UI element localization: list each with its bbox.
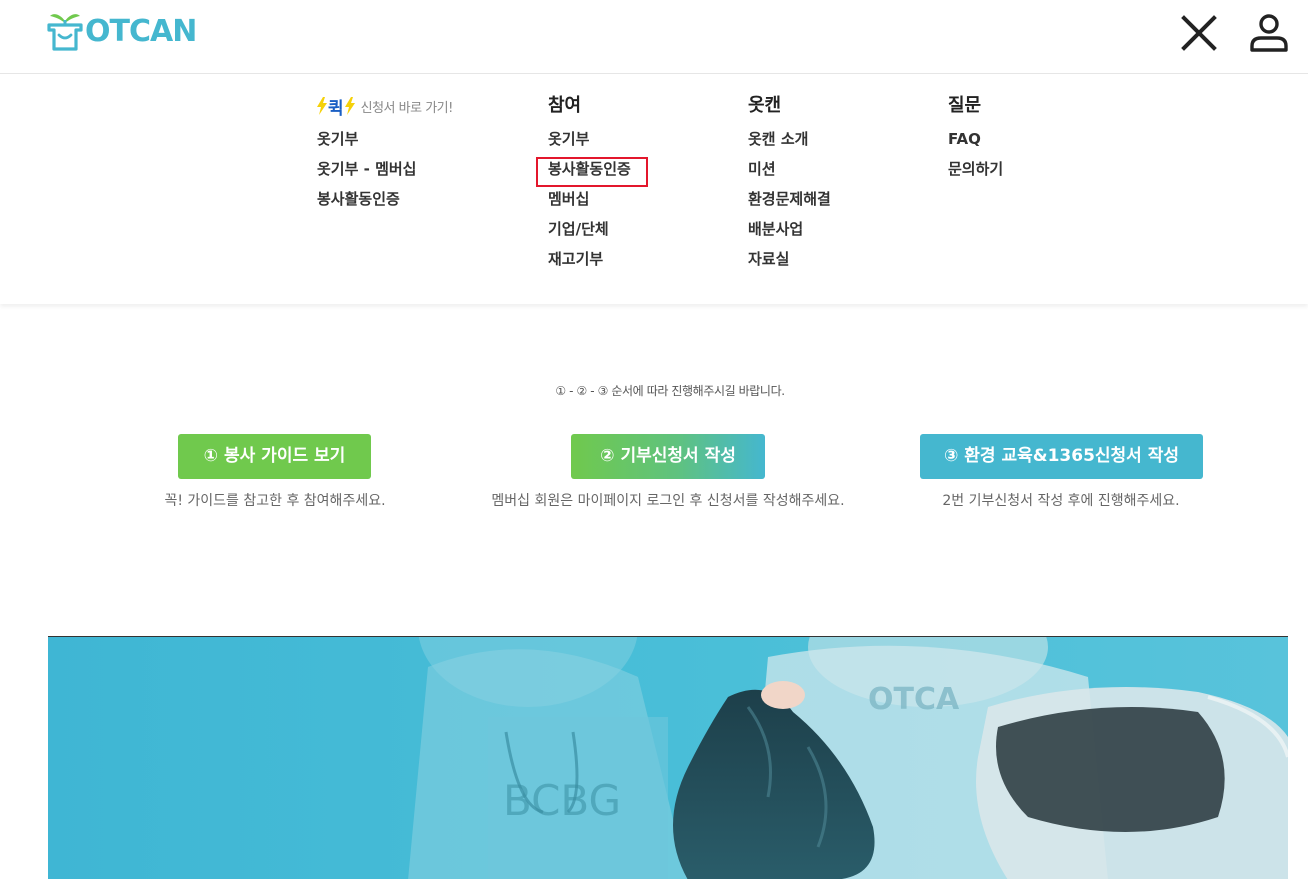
menu-item-mission[interactable]: 미션 bbox=[748, 159, 831, 189]
menu-item-environment[interactable]: 환경문제해결 bbox=[748, 189, 831, 219]
menu-item-company-group[interactable]: 기업/단체 bbox=[548, 219, 631, 249]
menu-item-contact[interactable]: 문의하기 bbox=[948, 159, 1003, 189]
menu-heading-otcan: 옷캔 bbox=[748, 95, 782, 116]
mega-menu: 퀵 신청서 바로 가기! 옷기부 옷기부 - 멤버십 봉사활동인증 참여 옷기부… bbox=[0, 74, 1308, 304]
menu-item-membership[interactable]: 멤버십 bbox=[548, 189, 631, 219]
hero-banner-image: BCBG OTCA bbox=[48, 636, 1288, 879]
shirt-print: OTCA bbox=[868, 682, 960, 717]
quick-apply-heading: 퀵 신청서 바로 가기! bbox=[317, 94, 454, 119]
donation-form-desc: 멤버십 회원은 마이페이지 로그인 후 신청서를 작성해주세요. bbox=[491, 493, 845, 509]
menu-item-stock-donation[interactable]: 재고기부 bbox=[548, 249, 631, 279]
menu-column-otcan: 옷캔 옷캔 소개 미션 환경문제해결 배분사업 자료실 bbox=[748, 94, 831, 279]
menu-column-participate: 참여 옷기부 봉사활동인증 멤버십 기업/단체 재고기부 bbox=[548, 94, 631, 279]
logo-text: OTCAN bbox=[85, 13, 197, 49]
menu-item-faq[interactable]: FAQ bbox=[948, 129, 1003, 159]
menu-heading-questions: 질문 bbox=[948, 95, 982, 116]
menu-item-about[interactable]: 옷캔 소개 bbox=[748, 129, 831, 159]
close-icon bbox=[1181, 15, 1217, 51]
logo[interactable]: OTCAN bbox=[47, 10, 197, 52]
menu-column-quick: 퀵 신청서 바로 가기! 옷기부 옷기부 - 멤버십 봉사활동인증 bbox=[317, 94, 453, 219]
user-account-button[interactable] bbox=[1248, 12, 1290, 54]
menu-item-volunteer-certification[interactable]: 봉사활동인증 bbox=[317, 189, 453, 219]
volunteer-guide-button[interactable]: ① 봉사 가이드 보기 bbox=[178, 434, 371, 479]
quick-label: 퀵 bbox=[328, 98, 344, 119]
menu-heading-participate: 참여 bbox=[548, 95, 582, 116]
menu-item-resources[interactable]: 자료실 bbox=[748, 249, 831, 279]
bag-print: BCBG bbox=[503, 776, 621, 825]
menu-item-volunteer-certification[interactable]: 봉사활동인증 bbox=[548, 159, 631, 189]
menu-item-distribution[interactable]: 배분사업 bbox=[748, 219, 831, 249]
donation-form-button[interactable]: ② 기부신청서 작성 bbox=[571, 434, 765, 479]
lightning-icon bbox=[317, 97, 327, 115]
steps-instruction: ① - ② - ③ 순서에 따라 진행해주시길 바랍니다. bbox=[555, 384, 785, 398]
volunteer-guide-desc: 꼭! 가이드를 참고한 후 참여해주세요. bbox=[164, 493, 386, 509]
menu-column-questions: 질문 FAQ 문의하기 bbox=[948, 94, 1003, 189]
education-1365-form-button[interactable]: ③ 환경 교육&1365신청서 작성 bbox=[920, 434, 1203, 479]
quick-subtitle: 신청서 바로 가기! bbox=[360, 100, 454, 116]
lightning-icon bbox=[344, 97, 355, 115]
education-1365-form-desc: 2번 기부신청서 작성 후에 진행해주세요. bbox=[942, 493, 1180, 509]
logo-icon bbox=[47, 14, 83, 51]
menu-item-clothes-donation[interactable]: 옷기부 bbox=[317, 129, 453, 159]
menu-item-clothes-donation[interactable]: 옷기부 bbox=[548, 129, 631, 159]
close-menu-button[interactable] bbox=[1180, 14, 1218, 52]
site-header: OTCAN bbox=[0, 0, 1308, 74]
menu-item-clothes-donation-membership[interactable]: 옷기부 - 멤버십 bbox=[317, 159, 453, 189]
user-icon bbox=[1250, 14, 1288, 52]
volunteer-photo: BCBG OTCA bbox=[48, 637, 1288, 879]
